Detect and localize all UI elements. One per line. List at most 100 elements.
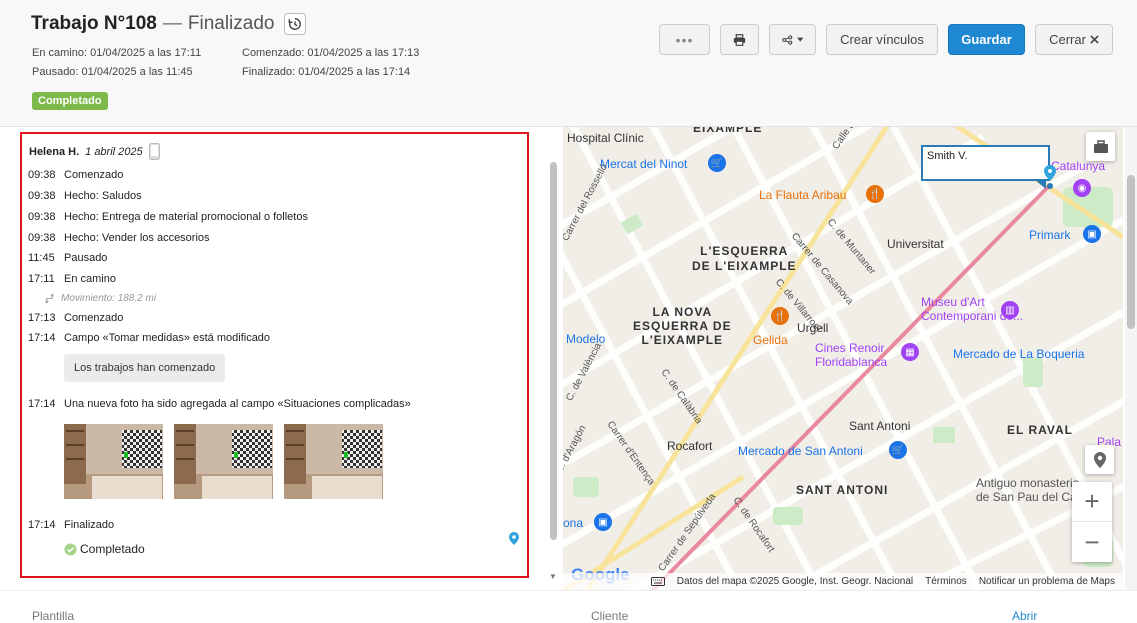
map-label-poi: Rocafort xyxy=(667,439,713,453)
save-button[interactable]: Guardar xyxy=(948,24,1025,55)
entry-time: 17:11 xyxy=(28,273,55,285)
map-label-poi: La Flauta Aribau xyxy=(759,188,847,202)
entry-time: 09:38 xyxy=(28,190,56,202)
map-label-district: EL RAVAL xyxy=(1007,423,1074,437)
bottom-section: Plantilla Cliente Abrir xyxy=(0,590,1137,623)
entry-time: 09:38 xyxy=(28,211,56,223)
keyboard-icon[interactable] xyxy=(650,577,665,586)
entry-text: Hecho: Entrega de material promocional o… xyxy=(64,211,308,223)
entry-text: Comenzado xyxy=(64,312,124,324)
mobile-device-icon xyxy=(148,143,160,160)
map-label-district: SANT ANTONI xyxy=(796,483,889,497)
job-header: Trabajo N°108 — Finalizado En camino: 01… xyxy=(0,0,1137,127)
page-scrollbar[interactable] xyxy=(1125,127,1137,590)
feed-entry: 09:38 Comenzado xyxy=(28,169,123,181)
cliente-label: Cliente xyxy=(591,609,629,623)
photo-thumbnail[interactable] xyxy=(174,424,273,499)
map-report-link[interactable]: Notificar un problema de Maps xyxy=(979,576,1115,587)
feed-entry: 17:14 Campo «Tomar medidas» está modifica… xyxy=(28,332,270,344)
feed-entry: 17:14 Finalizado xyxy=(28,519,114,531)
entry-text: Comenzado xyxy=(64,169,124,181)
entry-time: 09:38 xyxy=(28,169,56,181)
scroll-down-arrow-icon[interactable]: ▼ xyxy=(549,572,557,581)
cinema-icon[interactable]: ▦ xyxy=(901,343,919,361)
restaurant-icon[interactable]: 🍴 xyxy=(866,185,884,203)
map-label-district: EIXAMPLE xyxy=(693,127,763,135)
feed-entry: 09:38 Hecho: Saludos xyxy=(28,190,142,202)
open-link[interactable]: Abrir xyxy=(1012,609,1037,623)
title-separator: — xyxy=(162,13,182,34)
feed-entry: 09:38 Hecho: Vender los accesorios xyxy=(28,232,210,244)
entry-text: Finalizado xyxy=(64,519,115,531)
plantilla-label: Plantilla xyxy=(32,609,75,623)
feed-entry: 17:11 En camino xyxy=(28,273,116,285)
map-label-district: L'ESQUERRA DE L'EIXAMPLE xyxy=(692,244,797,273)
shopping-cart-icon[interactable]: 🛒 xyxy=(889,441,907,459)
share-icon xyxy=(782,34,793,45)
page-scrollbar-thumb[interactable] xyxy=(1127,175,1135,329)
activity-feed: Helena H. 1 abril 2025 09:38 Comenzado 09… xyxy=(20,132,529,578)
feed-scrollbar-thumb[interactable] xyxy=(550,162,557,540)
map-footer: Datos del mapa ©2025 Google, Inst. Geogr… xyxy=(563,573,1123,590)
feed-entry: 17:13 Comenzado xyxy=(28,312,123,324)
status-badge: Completado xyxy=(32,92,108,110)
close-button[interactable]: Cerrar xyxy=(1035,24,1113,55)
meta-en-camino: En camino: 01/04/2025 a las 17:11 xyxy=(32,47,202,59)
entry-time: 17:14 xyxy=(28,398,56,410)
zoom-out-button[interactable]: − xyxy=(1072,522,1112,562)
activity-panel: Helena H. 1 abril 2025 09:38 Comenzado 09… xyxy=(0,127,562,590)
shopping-bag-icon[interactable]: ▣ xyxy=(594,513,612,531)
zoom-in-button[interactable]: + xyxy=(1072,482,1112,522)
feed-scrollbar[interactable]: ▼ xyxy=(549,160,558,581)
create-links-button[interactable]: Crear vínculos xyxy=(826,24,938,55)
entry-text: Pausado xyxy=(64,252,108,264)
printer-icon xyxy=(733,33,746,46)
restaurant-icon[interactable]: 🍴 xyxy=(771,307,789,325)
final-status-text: Completado xyxy=(80,542,145,556)
comment-bubble: Los trabajos han comenzado xyxy=(64,354,226,382)
map-label-poi: Primark xyxy=(1029,228,1071,242)
entry-time: 09:38 xyxy=(28,232,56,244)
entry-text: Campo «Tomar medidas» está modificado xyxy=(64,332,271,344)
check-circle-icon xyxy=(64,542,77,556)
job-title: Trabajo N°108 xyxy=(31,13,157,34)
map-label-poi: Mercado de La Boqueria xyxy=(953,347,1085,361)
entry-time: 17:14 xyxy=(28,332,56,344)
map-label-poi: Hospital Clínic xyxy=(567,131,644,145)
location-infobox[interactable]: Smith V. xyxy=(921,145,1050,181)
entry-time: 17:14 xyxy=(28,519,56,531)
location-pin-icon[interactable] xyxy=(1085,445,1114,474)
meta-column-2: Comenzado: 01/04/2025 a las 17:13 Finali… xyxy=(242,44,419,82)
entry-text: Hecho: Saludos xyxy=(64,190,142,202)
chevron-down-icon xyxy=(796,37,803,42)
share-dropdown-button[interactable] xyxy=(769,24,816,55)
meta-comenzado: Comenzado: 01/04/2025 a las 17:13 xyxy=(242,47,420,59)
museum-icon[interactable]: ▥ xyxy=(1001,301,1019,319)
toolbar: ••• Crear vínculos Guardar Cerrar xyxy=(659,24,1113,55)
print-button[interactable] xyxy=(720,24,759,55)
job-status: Finalizado xyxy=(187,13,275,34)
meta-column-1: En camino: 01/04/2025 a las 17:11 Pausad… xyxy=(32,44,201,82)
photo-thumbnail[interactable] xyxy=(64,424,163,499)
title-row: Trabajo N°108 — Finalizado xyxy=(31,13,307,35)
map-terms-link[interactable]: Términos xyxy=(925,576,967,587)
history-icon[interactable] xyxy=(284,13,307,35)
map-attribution: Datos del mapa ©2025 Google, Inst. Geogr… xyxy=(676,576,914,587)
briefcase-icon[interactable] xyxy=(1086,132,1115,161)
final-status: Completado xyxy=(64,542,145,556)
meta-pausado: Pausado: 01/04/2025 a las 11:45 xyxy=(32,66,193,78)
more-button[interactable]: ••• xyxy=(659,24,710,55)
meta-finalizado: Finalizado: 01/04/2025 a las 17:14 xyxy=(242,66,411,78)
location-pin-icon[interactable] xyxy=(509,532,519,545)
map-marker-icon[interactable] xyxy=(1034,165,1064,193)
feed-user: Helena H. xyxy=(29,145,80,158)
zoom-controls: + − xyxy=(1072,482,1112,562)
camera-icon[interactable]: ◉ xyxy=(1073,179,1091,197)
shopping-cart-icon[interactable]: 🛒 xyxy=(708,154,726,172)
feed-entry: 17:14 Una nueva foto ha sido agregada al … xyxy=(28,398,411,410)
map-label-poi: Cines Renoir Floridablanca xyxy=(815,341,888,369)
shopping-bag-icon[interactable]: ▣ xyxy=(1083,225,1101,243)
map-view[interactable]: L'ESQUERRA DE L'EIXAMPLE LA NOVA ESQUERRA … xyxy=(563,127,1123,590)
photo-thumbnail[interactable] xyxy=(284,424,383,499)
map-label-poi: Mercado de San Antoni xyxy=(738,444,863,458)
